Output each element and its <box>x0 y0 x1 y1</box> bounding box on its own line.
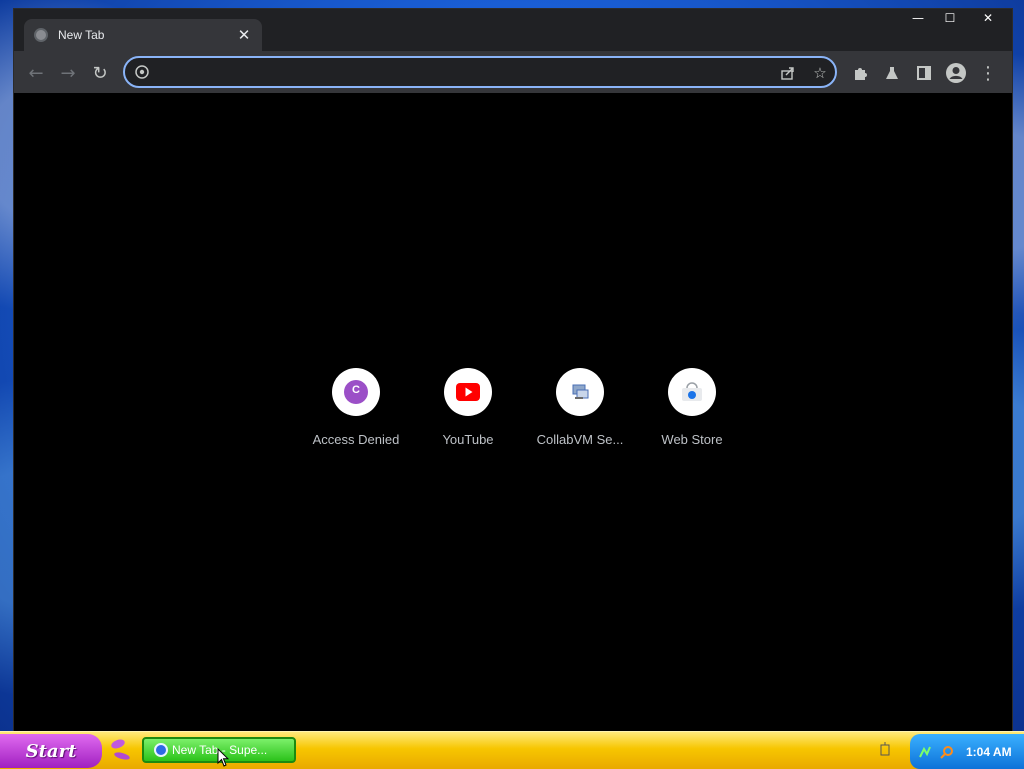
forward-button[interactable]: → <box>56 61 80 85</box>
shortcut-access-denied[interactable]: C Access Denied <box>300 368 412 447</box>
chrome-icon <box>135 65 149 79</box>
collabvm-icon <box>572 384 589 399</box>
clock: 1:04 AM <box>966 744 1012 759</box>
flask-icon[interactable] <box>880 61 904 85</box>
shortcut-icon-circle <box>444 368 492 416</box>
minimize-button[interactable]: — <box>904 9 932 27</box>
start-button[interactable]: Start <box>0 734 102 768</box>
shortcut-collabvm[interactable]: CollabVM Se... <box>524 368 636 447</box>
profile-icon[interactable] <box>944 61 968 85</box>
shortcut-youtube[interactable]: YouTube <box>412 368 524 447</box>
menu-kebab-icon[interactable]: ⋮ <box>976 61 1000 85</box>
system-tray: 1:04 AM <box>910 734 1024 769</box>
shortcut-icon-circle <box>668 368 716 416</box>
browser-icon <box>154 743 168 757</box>
window-controls: — ☐ ✕ <box>904 9 1012 27</box>
title-bar: New Tab ✕ — ☐ ✕ <box>14 9 1012 51</box>
back-button[interactable]: ← <box>24 61 48 85</box>
close-tab-button[interactable]: ✕ <box>236 26 252 44</box>
shortcut-label: CollabVM Se... <box>536 432 624 447</box>
youtube-icon <box>456 383 480 401</box>
address-bar[interactable]: ☆ <box>123 56 837 88</box>
c-letter-icon: C <box>344 380 368 404</box>
mouse-cursor-icon <box>217 748 229 767</box>
speaker-icon[interactable] <box>879 742 893 758</box>
side-panel-icon[interactable] <box>912 61 936 85</box>
puzzle-icon[interactable] <box>848 61 872 85</box>
shortcut-label: YouTube <box>442 432 494 447</box>
shortcut-label: Web Store <box>661 432 723 447</box>
bookmark-star-icon[interactable]: ☆ <box>809 62 831 84</box>
shortcut-label: Access Denied <box>312 432 400 447</box>
new-tab-page: C Access Denied YouTube CollabVM Se... W… <box>14 93 1012 732</box>
browser-window: New Tab ✕ — ☐ ✕ ← → ↻ ☆ ⋮ C Access Denie… <box>13 8 1013 732</box>
web-store-icon <box>682 382 702 401</box>
shortcut-icon-circle <box>556 368 604 416</box>
shortcut-tiles: C Access Denied YouTube CollabVM Se... W… <box>300 368 748 447</box>
start-decoration-icon <box>111 739 130 760</box>
shortcut-web-store[interactable]: Web Store <box>636 368 748 447</box>
search-icon[interactable] <box>940 745 954 759</box>
svg-text:C: C <box>352 384 360 396</box>
address-input[interactable] <box>155 62 759 84</box>
network-icon[interactable] <box>918 745 932 759</box>
tab-title: New Tab <box>58 28 105 42</box>
tab-new-tab[interactable]: New Tab ✕ <box>24 19 262 51</box>
reload-button[interactable]: ↻ <box>88 61 112 85</box>
close-window-button[interactable]: ✕ <box>968 9 1008 27</box>
maximize-button[interactable]: ☐ <box>936 9 964 27</box>
browser-toolbar: ← → ↻ ☆ ⋮ <box>14 51 1012 93</box>
globe-icon <box>34 28 48 42</box>
shortcut-icon-circle: C <box>332 368 380 416</box>
taskbar: Start New Tab - Supe... 1:04 AM <box>0 731 1024 769</box>
share-icon[interactable] <box>777 62 799 84</box>
